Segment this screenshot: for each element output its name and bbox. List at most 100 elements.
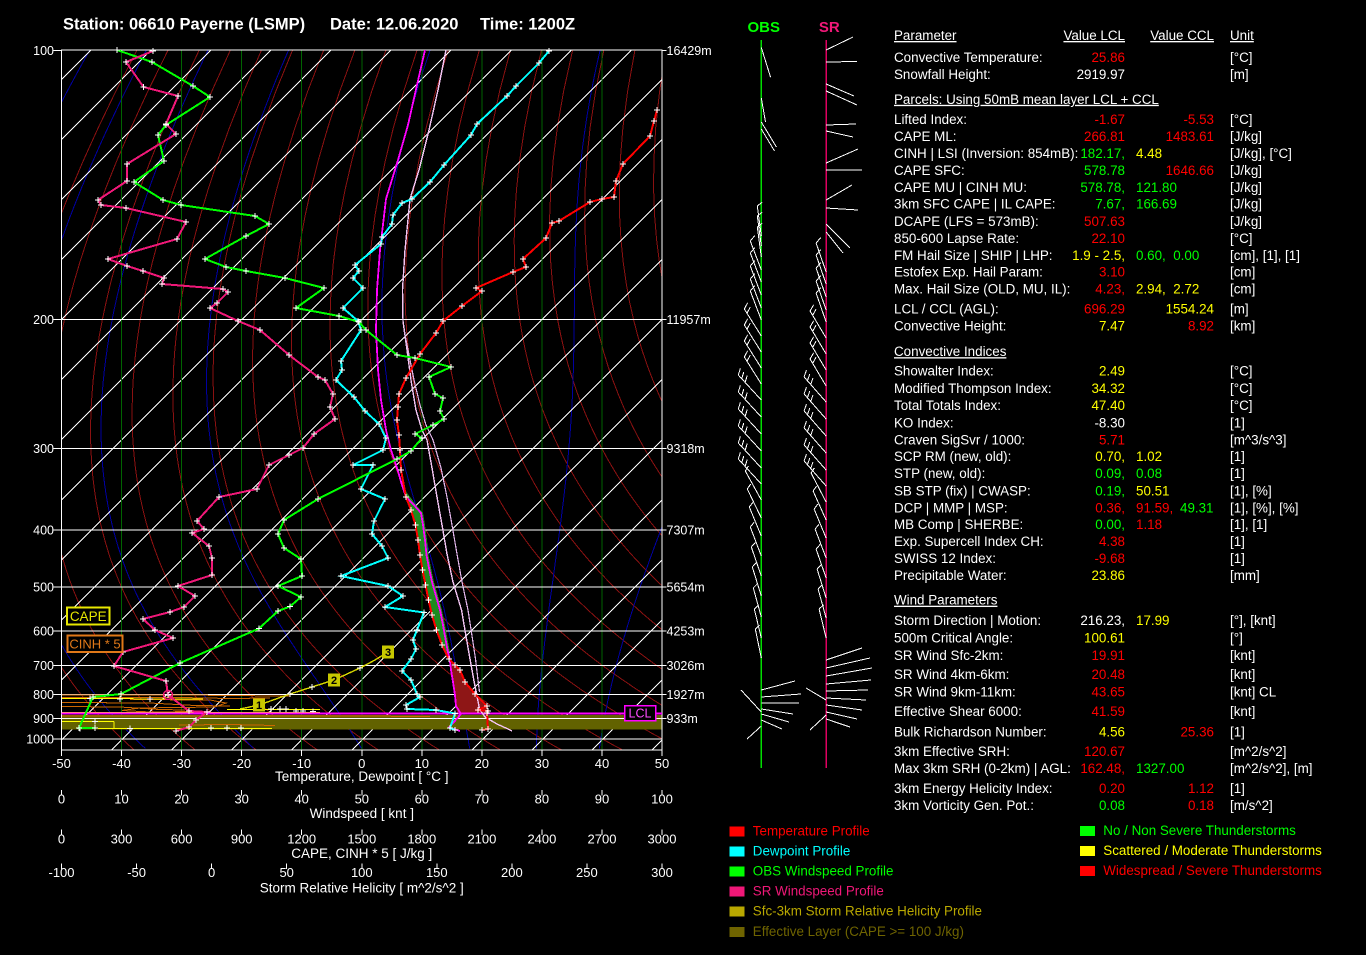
svg-text:4.56: 4.56 [1099, 724, 1125, 739]
svg-text:100: 100 [33, 44, 54, 58]
svg-text:[°C]: [°C] [1230, 364, 1252, 379]
svg-text:91.59,: 91.59, [1136, 500, 1173, 515]
svg-text:[m^2/s^2], [m]: [m^2/s^2], [m] [1230, 761, 1313, 776]
svg-text:16429m: 16429m [667, 44, 712, 58]
svg-text:CINH | LSI (Inversion: 854mB):: CINH | LSI (Inversion: 854mB): [894, 146, 1078, 161]
svg-text:0.08: 0.08 [1099, 798, 1125, 813]
svg-text:Total Totals Index:: Total Totals Index: [894, 398, 1001, 413]
svg-text:[J/kg]: [J/kg] [1230, 129, 1262, 144]
svg-text:3km Effective SRH:: 3km Effective SRH: [894, 744, 1010, 759]
svg-text:0.36,: 0.36, [1095, 500, 1125, 515]
svg-text:166.69: 166.69 [1136, 197, 1177, 212]
svg-text:800: 800 [33, 688, 54, 702]
svg-text:900: 900 [33, 712, 54, 726]
svg-text:-9.68: -9.68 [1094, 551, 1125, 566]
svg-text:600: 600 [171, 832, 193, 847]
svg-text:0.18: 0.18 [1188, 798, 1214, 813]
svg-text:OBS Windspeed Profile: OBS Windspeed Profile [753, 863, 894, 878]
svg-text:0: 0 [208, 865, 215, 880]
svg-text:500m Critical Angle:: 500m Critical Angle: [894, 631, 1013, 646]
svg-text:Max. Hail Size (OLD, MU, IL):: Max. Hail Size (OLD, MU, IL): [894, 282, 1070, 297]
svg-text:300: 300 [651, 865, 673, 880]
svg-text:1327.00: 1327.00 [1136, 761, 1184, 776]
svg-text:100: 100 [351, 865, 373, 880]
svg-text:[°C]: [°C] [1230, 50, 1252, 65]
svg-text:20: 20 [174, 792, 188, 807]
svg-text:30: 30 [234, 792, 248, 807]
svg-text:-5.53: -5.53 [1183, 112, 1214, 127]
svg-text:0.08: 0.08 [1136, 466, 1162, 481]
svg-text:SWISS 12 Index:: SWISS 12 Index: [894, 551, 996, 566]
svg-text:933m: 933m [667, 712, 698, 726]
svg-text:3026m: 3026m [667, 659, 705, 673]
svg-text:4.48: 4.48 [1136, 146, 1162, 161]
svg-text:CAPE, CINH * 5 [ J/kg ]: CAPE, CINH * 5 [ J/kg ] [291, 846, 432, 861]
svg-text:19.91: 19.91 [1091, 648, 1125, 663]
svg-text:[°]: [°] [1230, 631, 1243, 646]
svg-text:CAPE MU | CINH MU:: CAPE MU | CINH MU: [894, 180, 1027, 195]
svg-text:3km SFC CAPE | IL CAPE:: 3km SFC CAPE | IL CAPE: [894, 197, 1055, 212]
svg-text:MB Comp | SHERBE:: MB Comp | SHERBE: [894, 517, 1023, 532]
svg-text:0.09,: 0.09, [1095, 466, 1125, 481]
svg-text:0.60, 0.00: 0.60, 0.00 [1136, 248, 1199, 263]
svg-text:Wind Parameters: Wind Parameters [894, 593, 998, 608]
svg-text:Bulk Richardson Number:: Bulk Richardson Number: [894, 724, 1047, 739]
svg-text:0.20: 0.20 [1099, 781, 1125, 796]
svg-text:70: 70 [475, 792, 489, 807]
svg-text:1200: 1200 [287, 832, 316, 847]
svg-text:43.65: 43.65 [1091, 684, 1125, 699]
svg-text:[m^3/s^3]: [m^3/s^3] [1230, 432, 1286, 447]
svg-text:696.29: 696.29 [1084, 302, 1125, 317]
svg-text:2400: 2400 [527, 832, 556, 847]
svg-text:[1], [%], [%]: [1], [%], [%] [1230, 500, 1298, 515]
svg-text:Temperature Profile: Temperature Profile [753, 824, 870, 839]
svg-text:LCL: LCL [629, 707, 652, 721]
svg-text:1927m: 1927m [667, 688, 705, 702]
svg-text:SCP RM (new, old):: SCP RM (new, old): [894, 449, 1011, 464]
svg-text:50: 50 [655, 756, 669, 771]
svg-text:2700: 2700 [588, 832, 617, 847]
svg-text:47.40: 47.40 [1091, 398, 1125, 413]
svg-text:[m]: [m] [1230, 302, 1249, 317]
svg-text:Max 3km SRH (0-2km) | AGL:: Max 3km SRH (0-2km) | AGL: [894, 761, 1071, 776]
svg-text:1.12: 1.12 [1188, 781, 1214, 796]
svg-text:900: 900 [231, 832, 253, 847]
svg-text:[1], [%]: [1], [%] [1230, 483, 1272, 498]
svg-text:50: 50 [355, 792, 369, 807]
svg-text:20: 20 [475, 756, 489, 771]
svg-text:Convective Height:: Convective Height: [894, 319, 1006, 334]
svg-text:[J/kg]: [J/kg] [1230, 180, 1262, 195]
svg-text:FM Hail Size | SHIP | LHP:: FM Hail Size | SHIP | LHP: [894, 248, 1053, 263]
svg-text:20.48: 20.48 [1091, 667, 1125, 682]
svg-text:[1]: [1] [1230, 466, 1245, 481]
svg-text:STP (new, old):: STP (new, old): [894, 466, 985, 481]
svg-text:10: 10 [114, 792, 128, 807]
svg-text:Value LCL: Value LCL [1063, 28, 1125, 43]
svg-text:LCL / CCL (AGL):: LCL / CCL (AGL): [894, 302, 999, 317]
svg-text:-1.67: -1.67 [1094, 112, 1125, 127]
svg-text:[°C]: [°C] [1230, 381, 1252, 396]
svg-text:Parameter: Parameter [894, 28, 957, 43]
svg-text:50.51: 50.51 [1136, 483, 1170, 498]
svg-text:0.70,: 0.70, [1095, 449, 1125, 464]
svg-text:Storm Relative Helicity [ m^2: Storm Relative Helicity [ m^2/s^2 ] [260, 881, 464, 896]
svg-text:200: 200 [501, 865, 523, 880]
svg-text:0: 0 [58, 792, 65, 807]
svg-text:4.38: 4.38 [1099, 534, 1125, 549]
svg-text:100: 100 [651, 792, 673, 807]
svg-text:[J/kg]: [J/kg] [1230, 163, 1262, 178]
svg-text:[°], [knt]: [°], [knt] [1230, 613, 1276, 628]
svg-text:600: 600 [33, 624, 54, 638]
svg-text:Date: 12.06.2020: Date: 12.06.2020 [330, 16, 458, 34]
svg-text:[knt]: [knt] [1230, 667, 1255, 682]
svg-text:Windspeed [ knt ]: Windspeed [ knt ] [310, 806, 414, 821]
svg-text:162.48,: 162.48, [1080, 761, 1125, 776]
svg-text:-50: -50 [127, 865, 146, 880]
svg-text:[J/kg]: [J/kg] [1230, 197, 1262, 212]
svg-text:[1]: [1] [1230, 724, 1245, 739]
svg-text:SR: SR [819, 19, 840, 36]
svg-text:Time: 1200Z: Time: 1200Z [480, 16, 575, 34]
svg-text:No / Non Severe Thunderstorms: No / Non Severe Thunderstorms [1103, 823, 1296, 838]
svg-text:[m^2/s^2]: [m^2/s^2] [1230, 744, 1286, 759]
svg-text:1500: 1500 [347, 832, 376, 847]
